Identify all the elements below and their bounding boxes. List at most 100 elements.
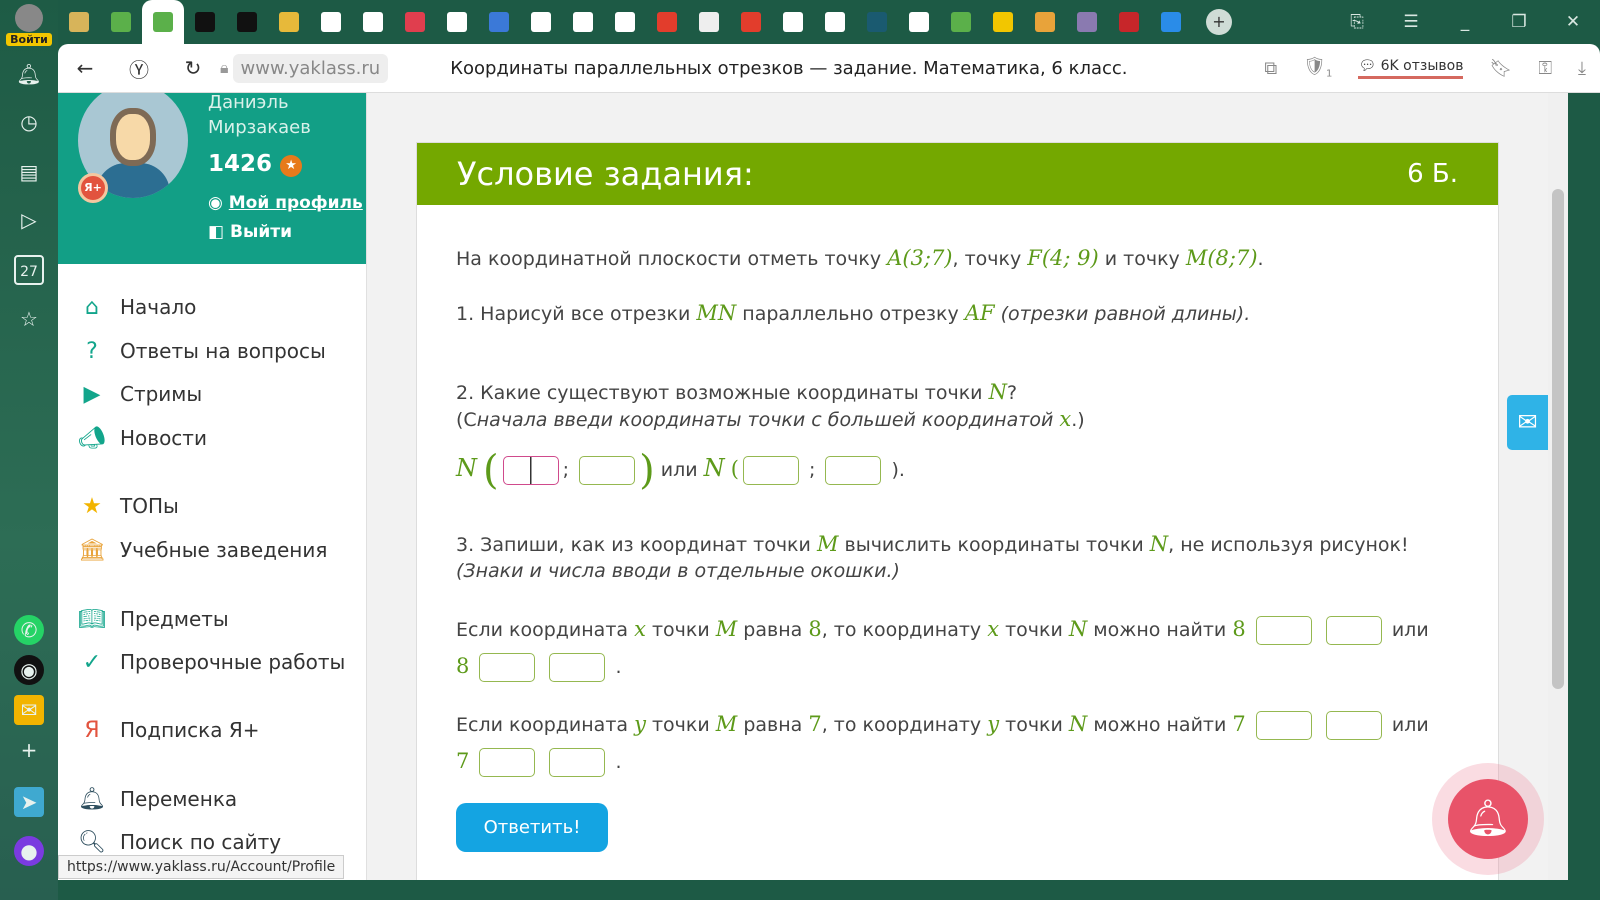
bell-icon[interactable]: 🔔︎ xyxy=(14,59,44,89)
n2-x-input[interactable] xyxy=(742,456,799,485)
shield-icon[interactable]: 🛡︎1 xyxy=(1303,56,1332,80)
sidebar-item[interactable]: 🔍︎ Поиск по сайту xyxy=(78,828,281,856)
extensions-icon[interactable]: ⚿ xyxy=(1538,58,1552,79)
browser-tab[interactable] xyxy=(268,0,310,44)
browser-tab[interactable] xyxy=(604,0,646,44)
status-url: https://www.yaklass.ru/Account/Profile xyxy=(58,855,345,879)
notifications-button[interactable]: 🔔︎ xyxy=(1432,763,1544,875)
browser-tab[interactable] xyxy=(646,0,688,44)
browser-tab[interactable] xyxy=(1066,0,1108,44)
send-icon[interactable]: ➤ xyxy=(14,787,44,817)
star-icon[interactable]: ☆ xyxy=(14,304,44,334)
browser-tab[interactable] xyxy=(184,0,226,44)
x-number-input-2[interactable] xyxy=(549,653,606,682)
y-sign-input-2[interactable] xyxy=(479,748,536,777)
menu-icon[interactable]: ☰ xyxy=(1384,0,1438,44)
sidebar-item[interactable]: ★ ТОПы xyxy=(78,492,179,520)
collections-icon[interactable]: ▤ xyxy=(14,157,44,187)
question-1: 1. Нарисуй все отрезки MN параллельно от… xyxy=(456,301,1251,325)
sidebar-item[interactable]: 🔔︎ Переменка xyxy=(78,785,237,813)
download-icon[interactable]: ⤓ xyxy=(1578,58,1586,79)
app-icon[interactable]: ◉ xyxy=(14,655,44,685)
points: 6 Б. xyxy=(1407,159,1458,189)
browser-tab[interactable] xyxy=(352,0,394,44)
new-tab-button[interactable]: + xyxy=(1206,9,1232,35)
yandex-icon[interactable]: Ⓨ xyxy=(112,54,166,83)
login-button[interactable]: Войти xyxy=(6,4,52,46)
browser-tab[interactable] xyxy=(478,0,520,44)
restore-button[interactable]: ❐ xyxy=(1492,0,1546,44)
browser-tab[interactable] xyxy=(940,0,982,44)
my-profile-link[interactable]: ◉ Мой профиль xyxy=(208,193,363,213)
y-sign-input-1[interactable] xyxy=(1255,711,1312,740)
x-formula-row: Если координата x точки M равна 8, то ко… xyxy=(456,611,1466,685)
submit-button[interactable]: Ответить! xyxy=(456,803,608,852)
browser-tab[interactable] xyxy=(1108,0,1150,44)
x-sign-input-1[interactable] xyxy=(1255,616,1312,645)
sidebar-item-label: Учебные заведения xyxy=(120,538,328,562)
x-number-input-1[interactable] xyxy=(1325,616,1382,645)
browser-tab[interactable] xyxy=(142,0,184,44)
whatsapp-icon[interactable]: ✆ xyxy=(14,615,44,645)
browser-tab[interactable] xyxy=(772,0,814,44)
mail-icon[interactable]: ✉ xyxy=(14,695,44,725)
bookmarks-icon[interactable]: ⎘ xyxy=(1330,0,1384,44)
browser-tab[interactable] xyxy=(1150,0,1192,44)
sidebar-item[interactable]: 📣︎ Новости xyxy=(78,424,207,452)
logout-link[interactable]: ◧ Выйти xyxy=(208,222,292,242)
alice-icon[interactable]: ● xyxy=(14,836,44,866)
sidebar-item[interactable]: ? Ответы на вопросы xyxy=(78,337,326,365)
y-number-input-1[interactable] xyxy=(1325,711,1382,740)
book-icon: 📖︎ xyxy=(78,606,106,632)
url-field[interactable]: www.yaklass.ru xyxy=(232,53,389,83)
yplus-icon: Я xyxy=(84,717,100,743)
history-icon[interactable]: ◷ xyxy=(14,107,44,137)
n2-y-input[interactable] xyxy=(825,456,882,485)
minimize-button[interactable]: _ xyxy=(1438,0,1492,44)
browser-tab[interactable] xyxy=(310,0,352,44)
browser-tab[interactable] xyxy=(520,0,562,44)
browser-tab[interactable] xyxy=(814,0,856,44)
browser-tab[interactable] xyxy=(562,0,604,44)
browser-tab[interactable] xyxy=(688,0,730,44)
video-icon[interactable]: ▷ xyxy=(14,205,44,235)
bookmark-icon[interactable]: 🔖︎ xyxy=(1489,58,1512,79)
reload-icon[interactable]: ↻ xyxy=(166,56,220,80)
browser-tab[interactable] xyxy=(982,0,1024,44)
browser-tab[interactable] xyxy=(436,0,478,44)
play-icon: ▶ xyxy=(83,381,101,407)
reviews-button[interactable]: 💬︎ 6K отзывов xyxy=(1358,58,1464,79)
gmail-icon xyxy=(363,12,383,32)
add-tab-icon[interactable]: ⧉ xyxy=(1264,58,1277,79)
calendar-icon[interactable]: 27 xyxy=(14,255,44,285)
sidebar-item[interactable]: Я Подписка Я+ xyxy=(78,716,259,744)
sidebar-item[interactable]: ✓ Проверочные работы xyxy=(78,648,346,676)
browser-tab[interactable] xyxy=(226,0,268,44)
lock-icon: 🔒︎ xyxy=(220,58,229,77)
browser-tab[interactable] xyxy=(58,0,100,44)
browser-tab[interactable] xyxy=(394,0,436,44)
play-icon xyxy=(531,12,551,32)
browser-tab[interactable] xyxy=(1024,0,1066,44)
sidebar-item-label: Проверочные работы xyxy=(120,650,346,674)
browser-tab[interactable] xyxy=(100,0,142,44)
doc-icon xyxy=(573,12,593,32)
add-icon[interactable]: + xyxy=(14,735,44,765)
sidebar-item[interactable]: ▶ Стримы xyxy=(78,380,203,408)
back-icon[interactable]: ← xyxy=(58,56,112,80)
x-sign-input-2[interactable] xyxy=(479,653,536,682)
sidebar-item[interactable]: ⌂ Начало xyxy=(78,293,196,321)
browser-tab[interactable] xyxy=(856,0,898,44)
y-number-input-2[interactable] xyxy=(549,748,606,777)
sidebar-item[interactable]: 🏛︎ Учебные заведения xyxy=(78,536,327,564)
sidebar-item[interactable]: 📖︎ Предметы xyxy=(78,605,229,633)
classroom-icon xyxy=(279,12,299,32)
profile-panel: Я+ Даниэль Мирзакаев 1426 ★ ◉ Мой профиль… xyxy=(58,93,366,264)
n1-x-input[interactable] xyxy=(502,456,559,485)
scrollbar[interactable] xyxy=(1548,93,1568,880)
n1-y-input[interactable] xyxy=(579,456,636,485)
browser-tab[interactable] xyxy=(898,0,940,44)
feedback-mail-button[interactable]: ✉ xyxy=(1507,395,1548,450)
close-button[interactable]: ✕ xyxy=(1546,0,1600,44)
browser-tab[interactable] xyxy=(730,0,772,44)
